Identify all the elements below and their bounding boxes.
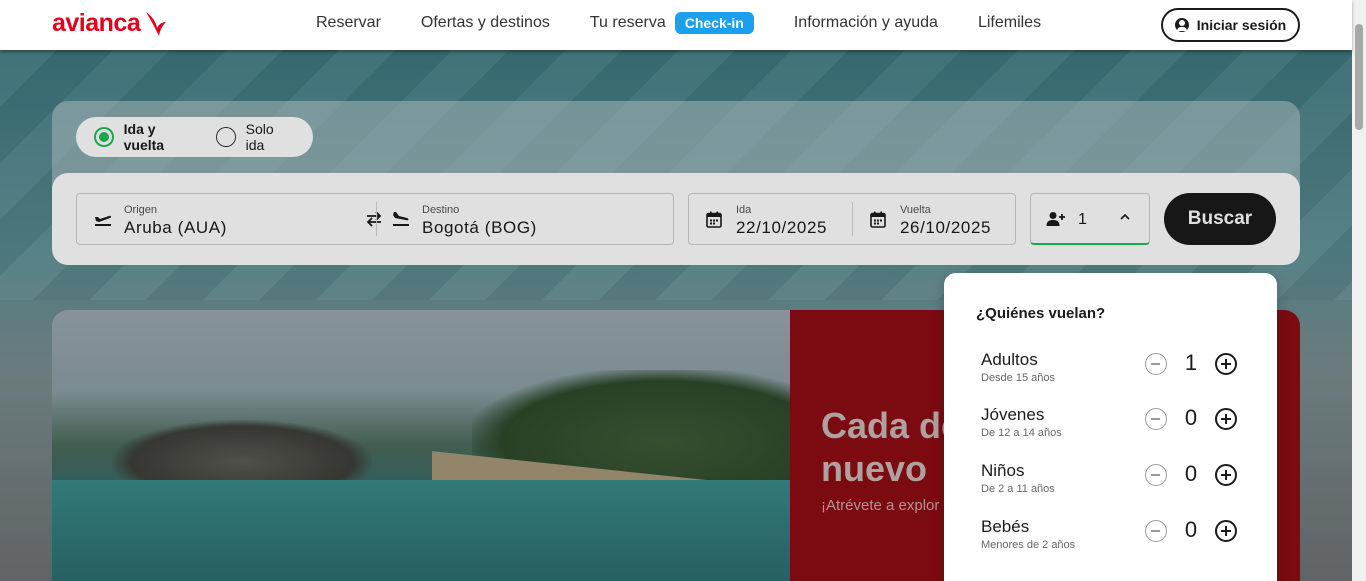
return-value: 26/10/2025 — [900, 218, 992, 237]
nav-ofertas[interactable]: Ofertas y destinos — [421, 14, 550, 32]
takeoff-icon — [95, 215, 112, 226]
decrement-adultos-button[interactable] — [1145, 353, 1167, 375]
landing-icon — [393, 212, 409, 226]
promo-title: Cada de nuevo — [821, 404, 946, 490]
trip-type-toggle: Ida y vuelta Solo ida — [76, 117, 313, 157]
jovenes-count: 0 — [1184, 405, 1198, 430]
pax-name: Jóvenes — [981, 405, 1045, 424]
departure-field[interactable]: Ida 22/10/2025 — [689, 194, 852, 244]
passengers-field[interactable]: 1 — [1030, 193, 1150, 245]
avianca-logo[interactable]: avianca — [52, 8, 168, 38]
adultos-count: 1 — [1184, 350, 1198, 375]
page-scrollbar[interactable] — [1352, 0, 1366, 581]
pax-row-bebes: Bebés Menores de 2 años 0 — [981, 517, 1243, 557]
main-nav: Reservar Ofertas y destinos Tu reserva C… — [316, 0, 1081, 46]
departure-value: 22/10/2025 — [736, 218, 828, 237]
trip-oneway-label: Solo ida — [245, 121, 274, 153]
increment-jovenes-button[interactable] — [1215, 408, 1237, 430]
decrement-bebes-button[interactable] — [1145, 520, 1167, 542]
bebes-count: 0 — [1184, 517, 1198, 542]
dates-field: Ida 22/10/2025 Vuelta 26/10/2025 — [688, 193, 1016, 245]
search-button[interactable]: Buscar — [1164, 193, 1276, 245]
return-field[interactable]: Vuelta 26/10/2025 — [853, 194, 1016, 244]
pax-name: Bebés — [981, 517, 1030, 536]
passengers-title: ¿Quiénes vuelan? — [976, 305, 1106, 322]
user-icon — [1174, 18, 1189, 32]
destination-label: Destino — [422, 204, 460, 216]
trip-round-option[interactable]: Ida y vuelta — [94, 121, 198, 153]
site-header: avianca Reservar Ofertas y destinos Tu r… — [0, 0, 1352, 50]
nav-informacion[interactable]: Información y ayuda — [794, 14, 938, 32]
promo-beach-image — [52, 310, 790, 581]
passengers-count: 1 — [1078, 211, 1087, 228]
nav-lifemiles[interactable]: Lifemiles — [978, 14, 1041, 32]
increment-bebes-button[interactable] — [1215, 520, 1237, 542]
return-label: Vuelta — [900, 204, 931, 216]
pax-range: De 2 a 11 años — [981, 483, 1055, 495]
promo-title-line2: nuevo — [821, 448, 928, 489]
pax-name: Adultos — [981, 350, 1038, 369]
origin-field[interactable]: Origen Aruba (AUA) — [77, 194, 363, 244]
scrollbar-thumb[interactable] — [1355, 24, 1363, 130]
decrement-jovenes-button[interactable] — [1145, 408, 1167, 430]
logo-text: avianca — [52, 8, 141, 37]
chevron-up-icon — [1120, 213, 1130, 220]
logo-bird-icon — [146, 12, 167, 36]
checkin-badge[interactable]: Check-in — [674, 12, 754, 34]
origin-value: Aruba (AUA) — [124, 218, 227, 237]
pax-name: Niños — [981, 461, 1025, 480]
nav-tu-reserva[interactable]: Tu reserva Check-in — [590, 12, 754, 34]
origin-label: Origen — [124, 204, 158, 216]
calendar-icon — [706, 211, 722, 228]
trip-round-label: Ida y vuelta — [123, 121, 165, 153]
increment-adultos-button[interactable] — [1215, 353, 1237, 375]
destination-value: Bogotá (BOG) — [422, 218, 537, 237]
pax-range: De 12 a 14 años — [981, 427, 1062, 439]
decrement-ninos-button[interactable] — [1145, 464, 1167, 486]
login-button[interactable]: Iniciar sesión — [1161, 8, 1300, 42]
pax-row-ninos: Niños De 2 a 11 años 0 — [981, 461, 1243, 501]
increment-ninos-button[interactable] — [1215, 464, 1237, 486]
nav-reservar[interactable]: Reservar — [316, 14, 381, 32]
destination-field[interactable]: Destino Bogotá (BOG) — [377, 194, 674, 244]
login-label: Iniciar sesión — [1196, 17, 1287, 33]
ninos-count: 0 — [1184, 461, 1198, 486]
nav-tu-reserva-label: Tu reserva — [589, 14, 666, 31]
promo-sea — [52, 480, 790, 581]
trip-oneway-option[interactable]: Solo ida — [216, 121, 295, 153]
promo-title-line1: Cada de — [821, 405, 946, 446]
pax-range: Menores de 2 años — [981, 539, 1076, 551]
calendar-icon — [870, 211, 886, 228]
add-person-icon — [1046, 212, 1065, 226]
route-field: Origen Aruba (AUA) Destino Bogotá (BOG) — [76, 193, 674, 245]
radio-round-trip[interactable] — [94, 127, 114, 147]
departure-label: Ida — [736, 204, 752, 216]
pax-row-adultos: Adultos Desde 15 años 1 — [981, 350, 1243, 390]
radio-one-way[interactable] — [216, 127, 236, 147]
pax-range: Desde 15 años — [981, 372, 1055, 384]
pax-row-jovenes: Jóvenes De 12 a 14 años 0 — [981, 405, 1243, 445]
promo-subtitle: ¡Atrévete a explor — [821, 497, 940, 514]
passengers-dropdown: ¿Quiénes vuelan? Adultos Desde 15 años 1… — [944, 273, 1277, 581]
